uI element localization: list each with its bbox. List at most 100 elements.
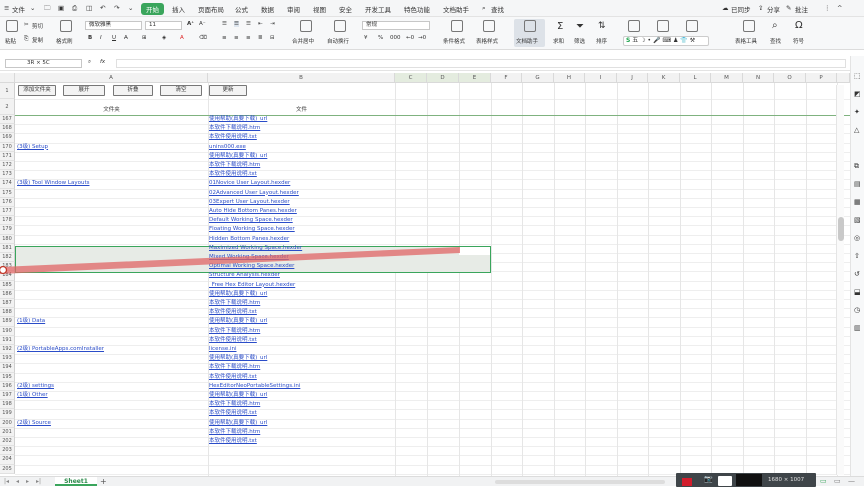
- row-header[interactable]: 175: [0, 188, 15, 198]
- page-view-icon[interactable]: ▭: [834, 477, 841, 485]
- add-folder-button[interactable]: 添加文件夹: [18, 85, 56, 96]
- last-sheet-icon[interactable]: ▸|: [36, 478, 41, 485]
- preview-icon[interactable]: ◫: [86, 4, 92, 12]
- underline-button[interactable]: U: [112, 35, 116, 41]
- wrap-text-button[interactable]: 自动换行: [327, 37, 349, 45]
- menu-developer[interactable]: 开发工具: [365, 4, 391, 14]
- row-header[interactable]: 203: [0, 446, 15, 456]
- bold-button[interactable]: B: [88, 35, 92, 41]
- col-header-a[interactable]: A: [15, 73, 208, 83]
- row-header[interactable]: 167: [0, 115, 15, 125]
- row-header[interactable]: 177: [0, 207, 15, 217]
- col-header-l[interactable]: L: [680, 73, 711, 83]
- row-header[interactable]: 200: [0, 418, 15, 428]
- row-header[interactable]: 174: [0, 179, 15, 189]
- header-cell-file[interactable]: 文件: [208, 106, 395, 115]
- col-header-c[interactable]: C: [395, 73, 427, 83]
- file-cell[interactable]: 本软件使用说明.txt: [209, 170, 394, 179]
- col-header-e[interactable]: E: [459, 73, 491, 83]
- zoom-out-icon[interactable]: —: [848, 477, 855, 485]
- prev-sheet-icon[interactable]: ◂: [16, 478, 19, 485]
- distributed-icon[interactable]: ⊟: [270, 35, 275, 41]
- row-header[interactable]: 193: [0, 354, 15, 364]
- file-cell[interactable]: 使用帮助(真要下载)_url: [209, 354, 394, 363]
- expand-button[interactable]: 展开: [63, 85, 105, 96]
- italic-button[interactable]: I: [100, 35, 102, 41]
- panel-format-icon[interactable]: ◩: [854, 90, 861, 98]
- border-icon[interactable]: ⊞: [142, 35, 147, 41]
- col-header-i[interactable]: I: [585, 73, 617, 83]
- file-cell[interactable]: 使用帮助(真要下载)_url: [209, 317, 394, 326]
- file-cell[interactable]: 本软件使用说明.txt: [209, 336, 394, 345]
- name-box[interactable]: 3R × 5C: [5, 59, 82, 68]
- file-cell[interactable]: 本软件使用说明.txt: [209, 373, 394, 382]
- file-cell[interactable]: unins000.exe: [209, 143, 394, 152]
- font-size-select[interactable]: 11: [145, 21, 182, 30]
- share-icon[interactable]: ⇪: [758, 4, 763, 12]
- menu-security[interactable]: 安全: [339, 4, 352, 14]
- undo-icon[interactable]: ↶: [100, 4, 105, 12]
- panel-table-icon[interactable]: ▦: [854, 198, 861, 206]
- hamburger-icon[interactable]: ≡: [4, 4, 9, 12]
- menu-special[interactable]: 特色功能: [404, 4, 430, 14]
- comment-button[interactable]: 批注: [795, 4, 808, 14]
- cut-button[interactable]: 剪切: [32, 22, 43, 30]
- row-header[interactable]: 191: [0, 335, 15, 345]
- row-header[interactable]: 187: [0, 299, 15, 309]
- panel-doc-icon[interactable]: ▤: [854, 180, 861, 188]
- folder-cell[interactable]: (2级) Source: [17, 419, 207, 428]
- panel-style-icon[interactable]: ✦: [854, 108, 860, 116]
- panel-shape-icon[interactable]: △: [854, 126, 859, 134]
- save-icon[interactable]: ▣: [58, 4, 64, 12]
- doc-helper-icon[interactable]: [524, 20, 536, 32]
- file-cell[interactable]: Auto Hide Bottom Panes.hexder: [209, 207, 394, 216]
- paste-icon[interactable]: [6, 20, 18, 32]
- symbol-button[interactable]: 符号: [793, 37, 804, 45]
- symbol-icon[interactable]: Ω: [795, 20, 803, 31]
- col-header-b[interactable]: B: [208, 73, 395, 83]
- paste-button[interactable]: 粘贴: [5, 37, 16, 45]
- panel-clock-icon[interactable]: ◷: [854, 306, 860, 314]
- col-header-p[interactable]: P: [806, 73, 837, 83]
- file-cell[interactable]: 01Novice User Layout.hexder: [209, 179, 394, 188]
- next-sheet-icon[interactable]: ▸: [26, 478, 29, 485]
- file-cell[interactable]: 本软件使用说明.txt: [209, 133, 394, 142]
- row-header[interactable]: 176: [0, 197, 15, 207]
- number-format-select[interactable]: 常规: [362, 21, 430, 30]
- col-header-j[interactable]: J: [617, 73, 648, 83]
- worksheet-icon[interactable]: [628, 20, 640, 32]
- scrollbar-thumb[interactable]: [838, 217, 844, 241]
- formula-input[interactable]: [116, 59, 846, 68]
- folder-cell[interactable]: (3级) Tool Window Layouts: [17, 179, 207, 188]
- row-header[interactable]: 204: [0, 455, 15, 465]
- file-cell[interactable]: 本软件下载说明.htm: [209, 363, 394, 372]
- row-header[interactable]: 178: [0, 216, 15, 226]
- indent-decrease-icon[interactable]: ⇤: [258, 21, 263, 27]
- file-cell[interactable]: 本软件使用说明.txt: [209, 437, 394, 446]
- row-header[interactable]: 171: [0, 151, 15, 161]
- row-header[interactable]: 198: [0, 400, 15, 410]
- freeze-panes-icon[interactable]: [657, 20, 669, 32]
- align-middle-icon[interactable]: ☰: [234, 21, 239, 27]
- col-header-o[interactable]: O: [774, 73, 806, 83]
- menu-view[interactable]: 视图: [313, 4, 326, 14]
- menu-file[interactable]: 文件: [12, 4, 25, 14]
- sum-icon[interactable]: Σ: [557, 21, 563, 32]
- row-header[interactable]: 194: [0, 363, 15, 373]
- row-header[interactable]: 189: [0, 317, 15, 327]
- strikethrough-icon[interactable]: A̶: [124, 35, 128, 41]
- justify-icon[interactable]: ≣: [258, 35, 263, 41]
- file-cell[interactable]: 03Expert User Layout.hexder: [209, 198, 394, 207]
- currency-icon[interactable]: ¥: [364, 35, 368, 41]
- percent-icon[interactable]: %: [378, 35, 383, 41]
- col-header-n[interactable]: N: [743, 73, 774, 83]
- panel-chart-icon[interactable]: ▥: [854, 324, 861, 332]
- more-icon[interactable]: ⋮: [824, 4, 831, 12]
- row-header[interactable]: 196: [0, 381, 15, 391]
- table-style-button[interactable]: 表格样式: [476, 37, 498, 45]
- panel-history-icon[interactable]: ↺: [854, 270, 860, 278]
- row-header[interactable]: 205: [0, 464, 15, 474]
- font-shrink-icon[interactable]: A⁻: [199, 21, 206, 27]
- update-button[interactable]: 更新: [209, 85, 247, 96]
- horizontal-scrollbar[interactable]: [495, 480, 665, 484]
